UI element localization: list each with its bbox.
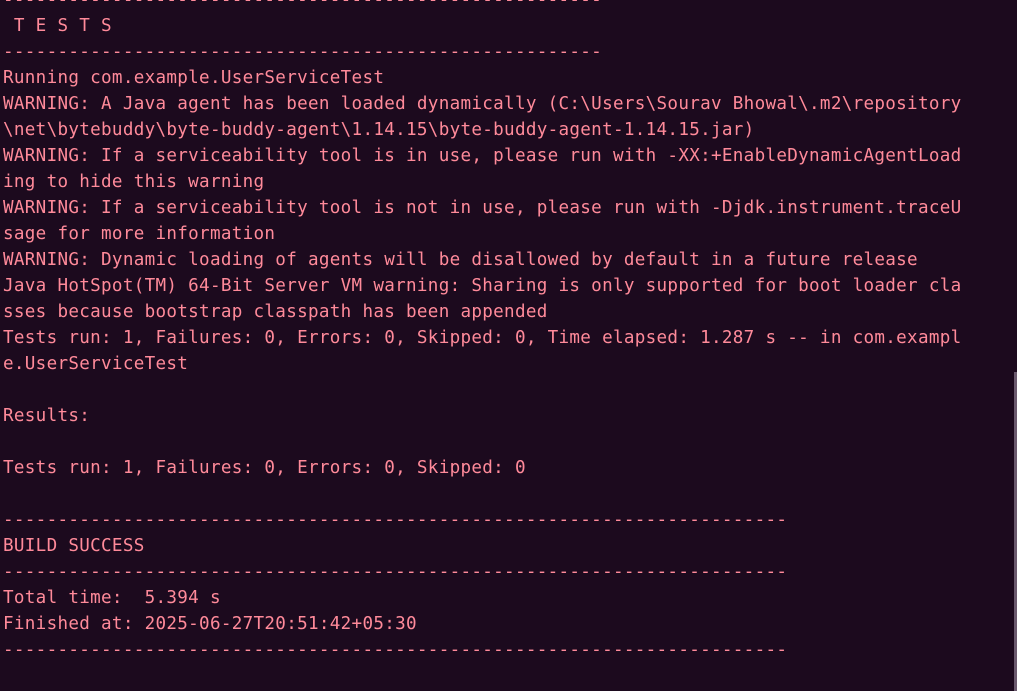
separator-line: ----------------------------------------… [3,42,603,62]
separator-line: ----------------------------------------… [3,0,603,10]
build-status: BUILD SUCCESS [3,536,145,556]
total-time-line: Total time: 5.394 s [3,588,221,608]
terminal-output: ----------------------------------------… [3,0,962,663]
warning-line: WARNING: Dynamic loading of agents will … [3,250,918,270]
warning-line: WARNING: If a serviceability tool is not… [3,198,962,218]
separator-line: ----------------------------------------… [3,510,788,530]
warning-line: WARNING: A Java agent has been loaded dy… [3,94,962,114]
separator-line: ----------------------------------------… [3,640,788,660]
test-summary-line: Tests run: 1, Failures: 0, Errors: 0, Sk… [3,328,962,348]
results-summary-line: Tests run: 1, Failures: 0, Errors: 0, Sk… [3,458,526,478]
warning-line: WARNING: If a serviceability tool is in … [3,146,962,166]
running-test-line: Running com.example.UserServiceTest [3,68,385,88]
vm-warning-line: Java HotSpot(TM) 64-Bit Server VM warnin… [3,276,962,296]
warning-line: sage for more information [3,224,276,244]
test-summary-line: e.UserServiceTest [3,354,189,374]
separator-line: ----------------------------------------… [3,562,788,582]
warning-line: ing to hide this warning [3,172,265,192]
tests-header: T E S T S [3,16,112,36]
warning-line: \net\bytebuddy\byte-buddy-agent\1.14.15\… [3,120,755,140]
finished-at-line: Finished at: 2025-06-27T20:51:42+05:30 [3,614,417,634]
terminal-window[interactable]: ----------------------------------------… [0,0,1017,691]
vm-warning-line: sses because bootstrap classpath has bee… [3,302,548,322]
results-heading: Results: [3,406,91,426]
